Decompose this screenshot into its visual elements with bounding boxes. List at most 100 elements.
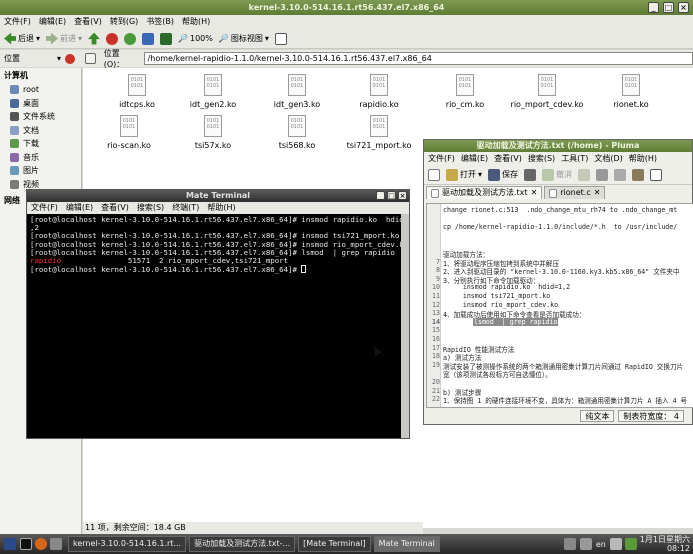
terminal-launcher-icon[interactable] — [20, 538, 32, 550]
copy-icon[interactable] — [614, 168, 627, 181]
close-button[interactable]: × — [398, 191, 407, 200]
tab-test-method[interactable]: 驱动加载及测试方法.txt ✕ — [426, 186, 543, 199]
find-icon[interactable] — [650, 168, 663, 181]
volume-icon[interactable] — [579, 538, 592, 550]
terminal-output[interactable]: [root@localhost kernel-3.10.0-514.16.1.r… — [27, 214, 409, 438]
menu-view[interactable]: 查看(V) — [74, 15, 102, 29]
view-mode-select[interactable]: 🔎 图标视图 ▾ — [219, 30, 269, 48]
dropdown-icon: ▾ — [36, 34, 41, 43]
edit-location-icon[interactable] — [84, 53, 96, 64]
task-file-manager[interactable]: kernel-3.10.0-514.16.1.rt... — [68, 536, 187, 552]
terminal-titlebar[interactable]: Mate Terminal _ □ × — [27, 190, 409, 202]
sidebar-item-documents[interactable]: 文档 — [0, 124, 81, 138]
redo-icon[interactable] — [578, 168, 591, 181]
menu-help[interactable]: 帮助(H) — [207, 202, 235, 214]
tab-close-icon[interactable]: ✕ — [531, 187, 538, 199]
maximize-button[interactable]: □ — [387, 191, 396, 200]
menu-bookmarks[interactable]: 书签(B) — [146, 15, 174, 29]
minimize-button[interactable]: _ — [376, 191, 385, 200]
taskbar: kernel-3.10.0-514.16.1.rt... 驱动加载及测试方法.t… — [0, 534, 693, 554]
tab-rionet[interactable]: rionet.c ✕ — [544, 186, 606, 199]
home-button[interactable] — [142, 30, 155, 48]
menu-file[interactable]: 文件(F) — [428, 152, 455, 165]
stop-button[interactable] — [106, 30, 119, 48]
undo-button[interactable]: 撤消 — [542, 166, 572, 184]
zoom-control[interactable]: 🔎 100% — [178, 30, 213, 48]
new-document-icon[interactable] — [428, 168, 440, 181]
pluma-titlebar[interactable]: 驱动加载及测试方法.txt (/home) - Pluma — [424, 140, 692, 152]
file-item[interactable]: 0101 0101 idt_gen3.ko — [257, 74, 337, 109]
input-method-icon[interactable] — [609, 538, 622, 550]
reload-button[interactable] — [124, 30, 137, 48]
text-editor[interactable]: 7 8 9 10 11 12 13 14 15 16 17 18 19 20 21 22 change rio… — [426, 203, 693, 408]
forward-button[interactable]: 前进 ▾ — [46, 30, 82, 48]
sidebar-item-label: root — [23, 85, 40, 95]
battery-icon[interactable] — [624, 538, 637, 550]
tab-width-select[interactable]: 制表符宽度： 4 — [618, 410, 684, 422]
task-terminal[interactable]: Mate Terminal — [373, 536, 440, 552]
keyboard-layout[interactable]: en — [596, 540, 606, 549]
paste-icon[interactable] — [632, 168, 645, 181]
menu-view[interactable]: 查看(V) — [101, 202, 129, 214]
task-pluma[interactable]: 驱动加载及测试方法.txt-... — [189, 536, 296, 552]
menu-terminal[interactable]: 终端(T) — [172, 202, 199, 214]
editor-line: insmod rapidio.ko hdid=1,2 — [443, 283, 571, 292]
sidebar-item-pictures[interactable]: 图片 — [0, 164, 81, 178]
file-item[interactable]: 0101 0101 idt_gen2.ko — [173, 74, 253, 109]
pluma-window[interactable]: 驱动加载及测试方法.txt (/home) - Pluma 文件(F) 编辑(E… — [423, 139, 693, 425]
location-input[interactable]: /home/kernel-rapidio-1.1.0/kernel-3.10.0… — [143, 52, 693, 65]
menu-tools[interactable]: 工具(T) — [561, 152, 588, 165]
save-button[interactable]: 保存 — [488, 166, 518, 184]
menu-search[interactable]: 搜索(S) — [137, 202, 164, 214]
close-button[interactable]: × — [678, 2, 689, 13]
terminal-window[interactable]: Mate Terminal _ □ × 文件(F) 编辑(E) 查看(V) 搜索… — [26, 189, 410, 439]
network-icon[interactable] — [563, 538, 576, 550]
sidebar-item-filesystem[interactable]: 文件系统 — [0, 110, 81, 124]
minimize-button[interactable]: _ — [648, 2, 659, 13]
sidebar-item-root[interactable]: root — [0, 83, 81, 97]
file-item[interactable]: 0101 0101 rapidio.ko — [339, 74, 419, 109]
sidebar-item-music[interactable]: 音乐 — [0, 151, 81, 165]
format-select[interactable]: 纯文本 — [580, 410, 615, 422]
print-icon[interactable] — [524, 168, 537, 181]
up-button[interactable] — [88, 30, 101, 48]
menu-edit[interactable]: 编辑(E) — [66, 202, 93, 214]
file-item[interactable]: 0101 0101 tsi57x.ko — [173, 115, 253, 150]
maximize-button[interactable]: □ — [663, 2, 674, 13]
side-pane-dropdown-icon[interactable]: ▾ — [57, 54, 61, 63]
back-button[interactable]: 后退 ▾ — [4, 30, 40, 48]
file-item[interactable]: 0101 0101 tsi568.ko — [257, 115, 337, 150]
file-item[interactable]: 0101 0101 rio_mport_cdev.ko — [507, 74, 587, 109]
file-manager-titlebar[interactable]: kernel-3.10.0-514.16.1.rt56.437.el7.x86_… — [0, 0, 693, 15]
menu-view[interactable]: 查看(V) — [494, 152, 522, 165]
menu-help[interactable]: 帮助(H) — [182, 15, 210, 29]
menu-edit[interactable]: 编辑(E) — [39, 15, 66, 29]
file-item[interactable]: 0101 0101 idtcps.ko — [97, 74, 177, 109]
menu-file[interactable]: 文件(F) — [4, 15, 31, 29]
firefox-icon[interactable] — [35, 538, 47, 550]
task-terminal-bracket[interactable]: [Mate Terminal] — [298, 536, 371, 552]
search-button[interactable] — [274, 30, 287, 48]
file-item[interactable]: 0101 0101 rio_cm.ko — [425, 74, 505, 109]
menu-go[interactable]: 转到(G) — [110, 15, 138, 29]
file-item[interactable]: 0101 0101 tsi721_mport.ko — [339, 115, 419, 150]
editor-line: insmod rio_mport_cdev.ko — [443, 300, 559, 309]
clock[interactable]: 1月1日星期六 08:12 — [640, 535, 690, 553]
sidebar-item-downloads[interactable]: 下载 — [0, 137, 81, 151]
open-button[interactable]: 打开 ▾ — [446, 166, 482, 184]
menu-search[interactable]: 搜索(S) — [528, 152, 555, 165]
computer-button[interactable] — [160, 30, 173, 48]
file-item[interactable]: 0101 0101 rionet.ko — [591, 74, 671, 109]
terminal-scrollbar[interactable] — [401, 214, 409, 438]
close-pane-icon[interactable] — [65, 53, 75, 64]
cut-icon[interactable] — [596, 168, 609, 181]
tab-close-icon[interactable]: ✕ — [594, 187, 601, 199]
menu-icon[interactable] — [4, 538, 16, 550]
menu-documents[interactable]: 文档(D) — [594, 152, 622, 165]
show-desktop-icon[interactable] — [50, 538, 62, 550]
menu-edit[interactable]: 编辑(E) — [461, 152, 488, 165]
sidebar-item-desktop[interactable]: 桌面 — [0, 97, 81, 111]
file-item[interactable]: 0101 0101 rio-scan.ko — [89, 115, 169, 150]
menu-file[interactable]: 文件(F) — [31, 202, 58, 214]
menu-help[interactable]: 帮助(H) — [629, 152, 657, 165]
